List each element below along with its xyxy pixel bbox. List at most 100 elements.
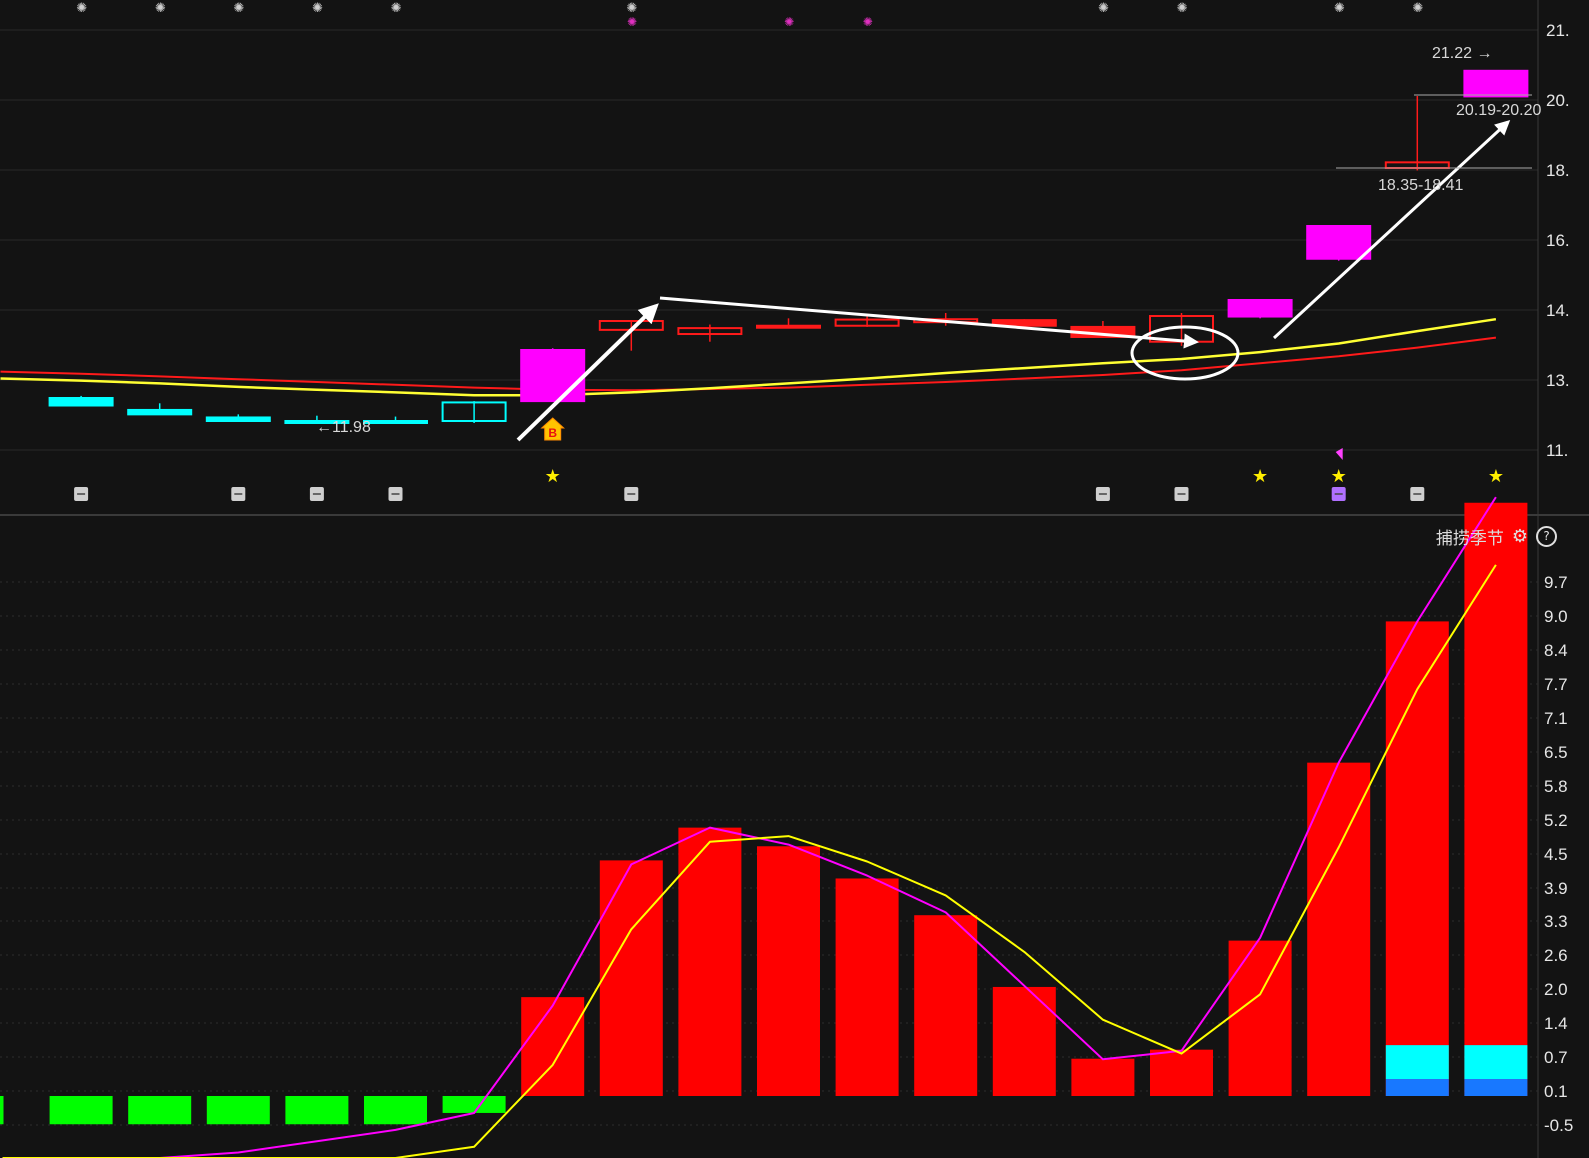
indicator-tick-label: -0.5 [1544, 1116, 1573, 1135]
indicator-tick-label: 2.6 [1544, 946, 1568, 965]
indicator-bar [1150, 1049, 1213, 1096]
indicator-bar [0, 1096, 4, 1125]
candle-body [48, 397, 114, 407]
star-icon: ★ [1252, 466, 1268, 487]
candle-body [205, 416, 271, 423]
indicator-bar [1385, 621, 1449, 1096]
candle [520, 348, 586, 403]
indicator-bar-blue [1464, 1079, 1528, 1096]
price-tick-label: 18. [1546, 161, 1570, 180]
price-tick-label: 16. [1546, 231, 1570, 250]
stock-chart[interactable]: 21. 20. 18. 16. 14. 13. 11. ✺ ✺ ✺ ✺ ✺ ✺ ✺ ✺ ✺ ✺ ✺ ✺ ✺ 21.22 … [0, 0, 1589, 1158]
support-circle [1130, 325, 1240, 381]
signal-dot-icon: ✺ [234, 1, 245, 16]
indicator-bar-blue [1385, 1079, 1449, 1096]
signal-dot-icon: ✺ [391, 1, 402, 16]
candle [677, 324, 743, 342]
candle-body [1463, 69, 1529, 98]
indicator-bars [0, 502, 1528, 1125]
star-icon: ★ [545, 466, 561, 487]
indicator-bar [1464, 502, 1528, 1096]
indicator-tick-label: 9.7 [1544, 573, 1568, 592]
star-icon: ★ [1331, 466, 1347, 487]
high-price-label: 21.22 → [1432, 45, 1492, 62]
indicator-bar [521, 997, 585, 1096]
gear-icon[interactable]: ⚙ [1512, 526, 1528, 547]
indicator-tick-label: 3.3 [1544, 912, 1568, 931]
indicator-bar [992, 986, 1056, 1096]
indicator-tick-label: 5.2 [1544, 811, 1568, 830]
candle [441, 401, 507, 423]
indicator-title: 捕捞季节 [1435, 528, 1504, 549]
candles [48, 69, 1529, 424]
price-tick-label: 11. [1546, 441, 1568, 460]
range-label-high: 20.19-20.20 [1456, 102, 1542, 119]
indicator-tick-label: 7.1 [1544, 709, 1568, 728]
ma-long-line [0, 336, 1497, 392]
indicator-tick-label: 4.5 [1544, 845, 1568, 864]
indicator-bar-cyan [1464, 1045, 1528, 1080]
indicator-tick-label: 8.4 [1544, 641, 1568, 660]
indicator-bar [442, 1096, 506, 1113]
signal-dot-pink-icon: ✺ [863, 15, 873, 29]
indicator-bar [206, 1096, 270, 1125]
signal-dot-icon: ✺ [1098, 1, 1109, 16]
indicator-tick-label: 6.5 [1544, 743, 1568, 762]
indicator-tick-label: 0.7 [1544, 1048, 1568, 1067]
ma-short-line [0, 317, 1497, 397]
candle-body [363, 420, 428, 424]
price-tick-label: 21. [1546, 21, 1570, 40]
indicator-bar [1228, 940, 1292, 1096]
indicator-bar [599, 860, 663, 1096]
price-tick-label: 14. [1546, 301, 1570, 320]
candle [756, 318, 821, 329]
candle [363, 416, 428, 424]
signal-dot-icon: ✺ [155, 1, 166, 16]
candle [127, 403, 193, 416]
indicator-tick-label: 1.4 [1544, 1014, 1568, 1033]
pullback-arrow [659, 296, 1199, 349]
signal-dot-pink-icon: ✺ [627, 15, 637, 29]
buy-marker-label: B [548, 426, 557, 440]
price-tick-label: 20. [1546, 91, 1570, 110]
price-tick-label: 13. [1546, 371, 1570, 390]
candle-body [127, 408, 193, 416]
signal-dot-icon: ✺ [1413, 1, 1424, 16]
indicator-tick-label: 9.0 [1544, 607, 1568, 626]
candle [1463, 69, 1529, 98]
indicator-tick-label: 3.9 [1544, 879, 1568, 898]
candle-body [520, 349, 586, 403]
candle [1384, 96, 1450, 171]
help-icon[interactable]: ? [1536, 525, 1557, 547]
indicator-bar-cyan [1385, 1045, 1449, 1080]
candle [48, 395, 114, 407]
signal-dot-pink-icon: ✺ [784, 15, 794, 29]
indicator-bar [128, 1096, 192, 1125]
chart-canvas[interactable]: 21.20.18.16.14.13.11.✺ ✺ ✺ ✺ ✺ ✺ ✺ ✺ ✺ ✺✺ ✺ ✺21.22 … [0, 0, 1589, 1158]
star-icon: ★ [1488, 466, 1504, 487]
signal-dot-icon: ✺ [312, 1, 323, 16]
indicator-bar [835, 878, 899, 1096]
indicator-bar [757, 846, 820, 1096]
indicator-tick-label: 2.0 [1544, 980, 1568, 999]
indicator-bar [364, 1096, 427, 1125]
indicator-bar [678, 827, 742, 1096]
range-label-low: 18.35-18.41 [1378, 177, 1464, 194]
indicator-bar [49, 1096, 113, 1125]
indicator-bar [914, 915, 978, 1096]
candle [598, 320, 664, 351]
indicator-header: 捕捞季节 ⚙ ? [1435, 524, 1557, 549]
candle [1227, 299, 1293, 319]
indicator-tick-label: 5.8 [1544, 777, 1568, 796]
signal-dot-icon: ✺ [1334, 1, 1345, 16]
candle-body [756, 324, 821, 329]
candle [205, 414, 271, 423]
signal-dot-icon: ✺ [627, 1, 638, 16]
signal-dot-icon: ✺ [76, 1, 87, 16]
indicator-bar [285, 1096, 349, 1125]
candle-body [1227, 299, 1293, 318]
indicator-bar [1071, 1058, 1135, 1096]
indicator-tick-label: 7.7 [1544, 675, 1568, 694]
annotations: 21.22 → 20.19-20.20 18.35-18.41 ←11.98 B ★ ★ ★ ★ [74, 45, 1542, 501]
signal-dot-icon: ✺ [1177, 1, 1188, 16]
